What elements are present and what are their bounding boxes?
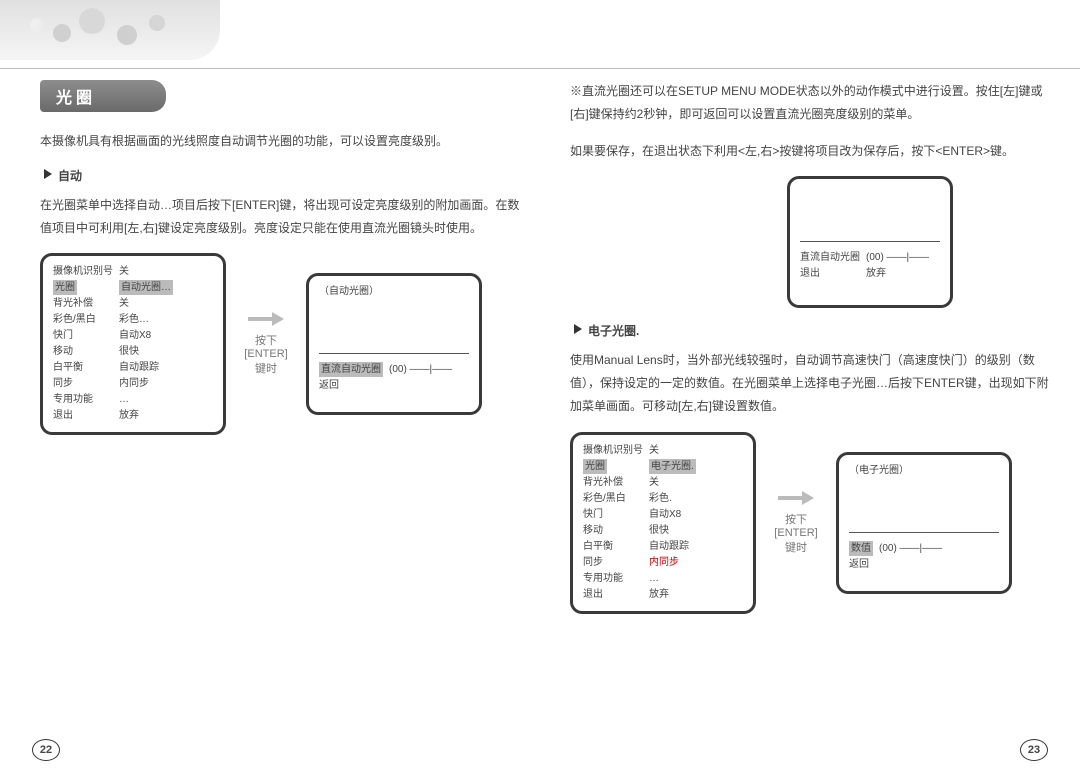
top-rule bbox=[0, 68, 1080, 69]
menu-screen-1: 摄像机识别号关光圈自动光圈…背光补偿关彩色/黑白彩色…快门自动X8移动很快白平衡… bbox=[40, 253, 226, 435]
menu-screen-4: （电子光圈） 数值(00) ——|——返回 bbox=[836, 452, 1012, 594]
page-number-left: 22 bbox=[32, 739, 60, 761]
screens-row-2: 摄像机识别号关光圈电子光圈.背光补偿关彩色/黑白彩色.快门自动X8移动很快白平衡… bbox=[570, 432, 1050, 614]
triangle-icon bbox=[44, 169, 52, 179]
page-left: 光圈 本摄像机具有根据画面的光线照度自动调节光圈的功能，可以设置亮度级别。 自动… bbox=[40, 80, 520, 435]
note-paragraph-2: 如果要保存，在退出状态下利用<左,右>按键将项目改为保存后，按下<ENTER>键… bbox=[570, 140, 1050, 163]
section-title: 光圈 bbox=[40, 80, 166, 112]
electronic-paragraph: 使用Manual Lens时，当外部光线较强时，自动调节高速快门（高速度快门）的… bbox=[570, 349, 1050, 417]
note-paragraph-1: ※直流光圈还可以在SETUP MENU MODE状态以外的动作模式中进行设置。按… bbox=[570, 80, 1050, 126]
enter-hint-2: 按下 [ENTER] 键时 bbox=[766, 491, 826, 555]
page-number-right: 23 bbox=[1020, 739, 1048, 761]
menu-screen-2: （自动光圈） 直流自动光圈(00) ——|——返回 bbox=[306, 273, 482, 415]
subhead-auto: 自动 bbox=[44, 167, 520, 184]
intro-text: 本摄像机具有根据画面的光线照度自动调节光圈的功能，可以设置亮度级别。 bbox=[40, 130, 520, 153]
menu-screen-solo: 直流自动光圈(00) ——|——退出放弃 bbox=[787, 176, 953, 308]
arrow-icon bbox=[778, 491, 814, 505]
menu-screen-3: 摄像机识别号关光圈电子光圈.背光补偿关彩色/黑白彩色.快门自动X8移动很快白平衡… bbox=[570, 432, 756, 614]
arrow-icon bbox=[248, 312, 284, 326]
page-right: ※直流光圈还可以在SETUP MENU MODE状态以外的动作模式中进行设置。按… bbox=[570, 80, 1050, 614]
triangle-icon bbox=[574, 324, 582, 334]
screens-row-1: 摄像机识别号关光圈自动光圈…背光补偿关彩色/黑白彩色…快门自动X8移动很快白平衡… bbox=[40, 253, 520, 435]
decorative-bubbles bbox=[0, 0, 220, 60]
enter-hint-1: 按下 [ENTER] 键时 bbox=[236, 312, 296, 376]
auto-paragraph: 在光圈菜单中选择自动…项目后按下[ENTER]键，将出现可设定亮度级别的附加画面… bbox=[40, 194, 520, 240]
subhead-electronic: 电子光圈. bbox=[574, 322, 1050, 339]
